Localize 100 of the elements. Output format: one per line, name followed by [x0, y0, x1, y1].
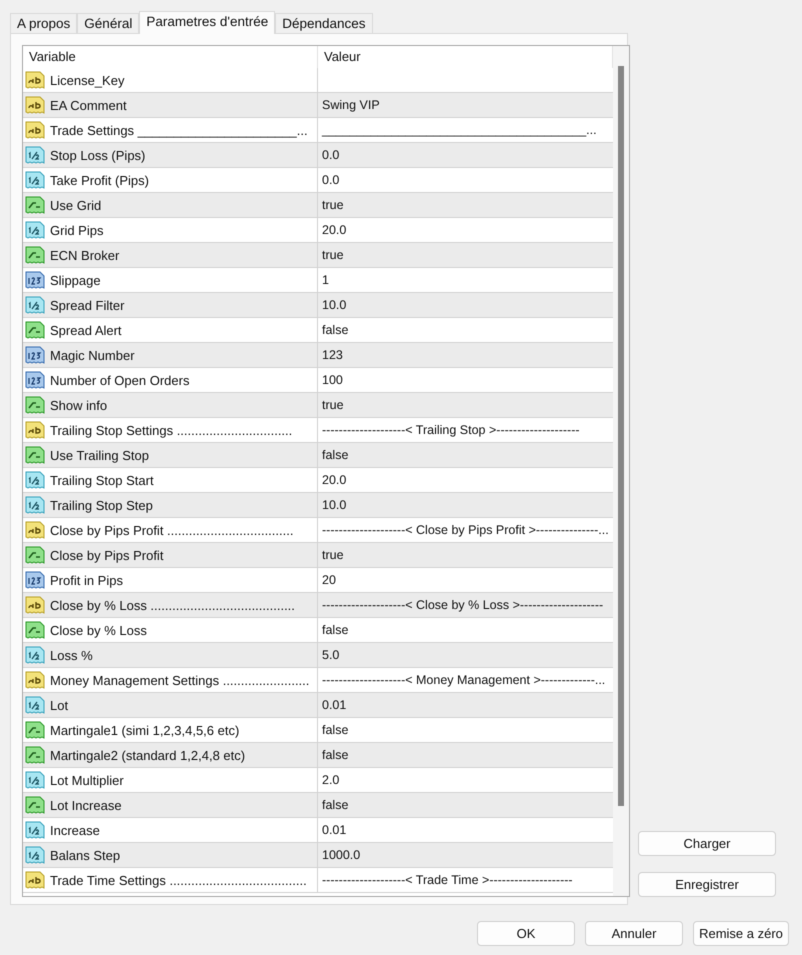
- value-cell[interactable]: false: [318, 618, 613, 642]
- variable-name: Close by % Loss: [50, 622, 147, 638]
- value-cell[interactable]: Swing VIP: [318, 93, 613, 117]
- variable-name: Use Grid: [50, 198, 102, 212]
- value-cell[interactable]: 2.0: [318, 768, 613, 792]
- value-cell[interactable]: true: [318, 543, 613, 567]
- switch-icon: [25, 745, 45, 765]
- switch-icon: [25, 245, 45, 265]
- switch-icon: [25, 445, 45, 465]
- switch-icon: [25, 320, 45, 340]
- variable-name: Profit in Pips: [50, 572, 123, 588]
- value-cell[interactable]: 10.0: [318, 493, 613, 517]
- value-cell[interactable]: ______________________________________...: [318, 118, 613, 142]
- variable-name: Lot Increase: [50, 798, 122, 812]
- number-type-icon: [25, 470, 45, 490]
- number-type-icon: [25, 145, 45, 165]
- variable-name: Stop Loss (Pips): [50, 148, 146, 162]
- variable-name: License_Key: [50, 72, 124, 88]
- value-cell[interactable]: 0.0: [318, 143, 613, 167]
- reset-button[interactable]: Remise a zéro: [693, 921, 789, 946]
- tab[interactable]: Parametres d'entrée: [139, 11, 276, 34]
- switch-icon: [25, 195, 45, 215]
- number-type-icon: [25, 495, 45, 515]
- value-cell[interactable]: true: [318, 193, 613, 217]
- number-type-icon: [25, 820, 45, 840]
- value-cell[interactable]: 1: [318, 268, 613, 292]
- switch-icon: [25, 620, 45, 640]
- value-cell[interactable]: 20.0: [318, 218, 613, 242]
- value-cell[interactable]: false: [318, 743, 613, 767]
- variable-name: Use Trailing Stop: [50, 448, 149, 462]
- switch-icon: [25, 545, 45, 565]
- variable-name: Balans Step: [50, 848, 120, 862]
- string-type-icon: [25, 595, 45, 615]
- value-cell[interactable]: true: [318, 393, 613, 417]
- variable-name: Close by Pips Profit ...................................: [50, 522, 294, 538]
- value-cell[interactable]: false: [318, 443, 613, 467]
- tab[interactable]: Général: [77, 13, 140, 33]
- value-cell[interactable]: 20: [318, 568, 613, 592]
- value-cell[interactable]: 0.01: [318, 818, 613, 842]
- save-button[interactable]: Enregistrer: [638, 872, 776, 897]
- variable-name: Loss %: [50, 648, 93, 662]
- value-cell[interactable]: false: [318, 718, 613, 742]
- value-cell[interactable]: --------------------< Trade Time >--------------------: [318, 868, 613, 892]
- string-type-icon: [25, 95, 45, 115]
- value-cell[interactable]: true: [318, 243, 613, 267]
- number-type-icon: [25, 845, 45, 865]
- value-cell[interactable]: 1000.0: [318, 843, 613, 867]
- variable-name: Take Profit (Pips): [50, 172, 149, 188]
- variable-name: Number of Open Orders: [50, 372, 190, 388]
- value-cell[interactable]: false: [318, 793, 613, 817]
- variable-name: Spread Filter: [50, 298, 124, 312]
- value-cell[interactable]: 5.0: [318, 643, 613, 667]
- variable-name: Grid Pips: [50, 222, 104, 238]
- variable-name: Trailing Stop Settings ................................: [50, 422, 292, 438]
- value-cell[interactable]: --------------------< Money Management >-------------...: [318, 668, 613, 692]
- variable-name: ECN Broker: [50, 248, 120, 262]
- string-type-icon: [25, 120, 45, 140]
- switch-icon: [25, 720, 45, 740]
- tab[interactable]: A propos: [10, 13, 78, 33]
- switch-icon: [25, 395, 45, 415]
- variable-name: EA Comment: [50, 98, 127, 112]
- integer-type-icon: [25, 345, 45, 365]
- ok-button[interactable]: OK: [477, 921, 575, 946]
- variable-name: Trailing Stop Step: [50, 498, 153, 512]
- string-type-icon: [25, 520, 45, 540]
- string-type-icon: [25, 70, 45, 90]
- string-type-icon: [25, 420, 45, 440]
- variable-name: Martingale2 (standard 1,2,4,8 etc): [50, 748, 246, 762]
- cancel-button[interactable]: Annuler: [585, 921, 683, 946]
- number-type-icon: [25, 695, 45, 715]
- number-type-icon: [25, 295, 45, 315]
- variable-name: Show info: [50, 398, 108, 412]
- variable-name: Trailing Stop Start: [50, 472, 154, 488]
- integer-type-icon: [25, 570, 45, 590]
- variable-name: Close by Pips Profit: [50, 548, 164, 562]
- variable-name: Spread Alert: [50, 322, 122, 338]
- value-cell[interactable]: 20.0: [318, 468, 613, 492]
- value-cell[interactable]: 123: [318, 343, 613, 367]
- value-cell[interactable]: --------------------< Trailing Stop >--------------------: [318, 418, 613, 442]
- value-cell[interactable]: --------------------< Close by Pips Profit >---------------...: [318, 518, 613, 542]
- number-type-icon: [25, 770, 45, 790]
- value-cell[interactable]: 100: [318, 368, 613, 392]
- variable-name: Trade Settings ______________________...: [50, 122, 308, 138]
- number-type-icon: [25, 170, 45, 190]
- variable-name: Lot Multiplier: [50, 772, 124, 788]
- value-cell[interactable]: 0.01: [318, 693, 613, 717]
- value-cell[interactable]: --------------------< Close by % Loss >--------------------: [318, 593, 613, 617]
- variable-name: Money Management Settings ........................: [50, 672, 310, 688]
- number-type-icon: [25, 645, 45, 665]
- value-cell[interactable]: false: [318, 318, 613, 342]
- tab[interactable]: Dépendances: [275, 13, 373, 33]
- value-cell[interactable]: 10.0: [318, 293, 613, 317]
- variable-name: Increase: [50, 822, 100, 838]
- variable-name: Martingale1 (simi 1,2,3,4,5,6 etc): [50, 722, 240, 738]
- variable-name: Trade Time Settings ......................................: [50, 872, 307, 888]
- string-type-icon: [25, 670, 45, 690]
- integer-type-icon: [25, 370, 45, 390]
- variable-name: Slippage: [50, 272, 101, 288]
- value-cell[interactable]: 0.0: [318, 168, 613, 192]
- load-button[interactable]: Charger: [638, 831, 776, 856]
